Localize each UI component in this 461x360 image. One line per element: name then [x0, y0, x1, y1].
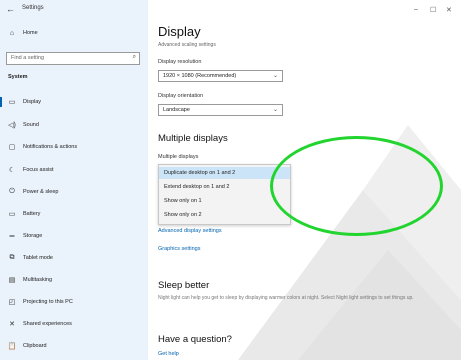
sidebar-item-label: Multitasking: [23, 277, 53, 283]
advanced-scaling-link[interactable]: Advanced scaling settings: [158, 42, 216, 48]
sidebar-item-label: Sound: [23, 122, 39, 128]
section-label-system: System: [8, 74, 28, 80]
sleep-better-heading: Sleep better: [158, 280, 210, 291]
resolution-value: 1920 × 1080 (Recommended): [163, 73, 237, 79]
sidebar-item-label: Power & sleep: [23, 189, 59, 195]
main-panel: – ☐ ✕ Display Advanced scaling settings …: [148, 0, 461, 360]
advanced-display-settings-link[interactable]: Advanced display settings: [158, 228, 222, 234]
sidebar-item-label: Home: [23, 30, 38, 36]
speaker-icon: ◁): [8, 122, 16, 129]
sidebar-item-label: Focus assist: [23, 167, 54, 173]
sidebar-item-clipboard[interactable]: 📋 Clipboard: [0, 339, 148, 353]
shared-icon: ✕: [9, 321, 15, 328]
graphics-settings-link[interactable]: Graphics settings: [158, 246, 201, 252]
option-show-only-1[interactable]: Show only on 1: [159, 195, 290, 207]
sidebar-item-power-sleep[interactable]: ⏻ Power & sleep: [0, 185, 148, 199]
search-input[interactable]: Find a setting ⌕: [6, 52, 140, 65]
tablet-icon: ⧉: [9, 254, 15, 261]
sleep-better-text: Night light can help you get to sleep by…: [158, 295, 414, 301]
resolution-dropdown[interactable]: 1920 × 1080 (Recommended) ⌄: [158, 70, 283, 82]
sidebar-item-shared-experiences[interactable]: ✕ Shared experiences: [0, 317, 148, 331]
sidebar-item-label: Projecting to this PC: [23, 299, 73, 305]
app-title: Settings: [22, 5, 44, 11]
search-icon: ⌕: [132, 54, 136, 60]
sidebar-item-label: Display: [23, 99, 42, 105]
maximize-icon[interactable]: ☐: [430, 6, 436, 14]
get-help-link[interactable]: Get help: [158, 351, 179, 357]
sidebar-item-focus-assist[interactable]: ☾ Focus assist: [0, 163, 148, 177]
multitasking-icon: ▤: [8, 277, 16, 284]
power-icon: ⏻: [9, 188, 15, 195]
chevron-down-icon: ⌄: [272, 107, 278, 113]
clipboard-icon: 📋: [7, 343, 17, 350]
orientation-value: Landscape: [163, 107, 190, 113]
sidebar-item-home[interactable]: ⌂ Home: [0, 26, 148, 40]
monitor-icon: ▭: [8, 99, 16, 106]
sidebar-item-tablet-mode[interactable]: ⧉ Tablet mode: [0, 251, 148, 265]
minimize-icon[interactable]: –: [414, 6, 418, 13]
sidebar-item-label: Clipboard: [23, 343, 47, 349]
orientation-label: Display orientation: [158, 93, 204, 99]
search-placeholder: Find a setting: [11, 55, 45, 61]
highlight-ring: [270, 136, 443, 236]
multiple-displays-label: Multiple displays: [158, 154, 199, 160]
sidebar-item-label: Storage: [23, 233, 43, 239]
orientation-dropdown[interactable]: Landscape ⌄: [158, 104, 283, 116]
close-icon[interactable]: ✕: [446, 6, 452, 14]
page-title: Display: [158, 24, 201, 39]
question-heading: Have a question?: [158, 334, 232, 345]
multiple-displays-heading: Multiple displays: [158, 133, 228, 144]
sidebar-item-label: Battery: [23, 211, 41, 217]
chevron-down-icon: ⌄: [272, 73, 278, 79]
moon-icon: ☾: [8, 167, 16, 174]
notifications-icon: ▢: [8, 144, 16, 151]
sidebar-item-label: Shared experiences: [23, 321, 72, 327]
resolution-label: Display resolution: [158, 59, 202, 65]
back-arrow-icon[interactable]: ←: [6, 4, 15, 14]
home-icon: ⌂: [9, 29, 15, 37]
projector-icon: ◰: [8, 299, 16, 306]
option-show-only-2[interactable]: Show only on 2: [159, 209, 290, 221]
sidebar-item-battery[interactable]: ▭ Battery: [0, 207, 148, 221]
sidebar-item-sound[interactable]: ◁) Sound: [0, 118, 148, 132]
sidebar-item-label: Tablet mode: [23, 255, 53, 261]
battery-icon: ▭: [8, 211, 16, 218]
sidebar-item-label: Notifications & actions: [23, 144, 78, 150]
sidebar-item-storage[interactable]: ═ Storage: [0, 229, 148, 243]
storage-icon: ═: [9, 232, 15, 240]
sidebar: ← Settings ⌂ Home Find a setting ⌕ Syste…: [0, 0, 148, 360]
titlebar-left: ← Settings: [0, 0, 148, 20]
sidebar-item-projecting[interactable]: ◰ Projecting to this PC: [0, 295, 148, 309]
sidebar-item-notifications[interactable]: ▢ Notifications & actions: [0, 140, 148, 154]
sidebar-item-multitasking[interactable]: ▤ Multitasking: [0, 273, 148, 287]
sidebar-item-display[interactable]: ▭ Display: [0, 95, 148, 109]
